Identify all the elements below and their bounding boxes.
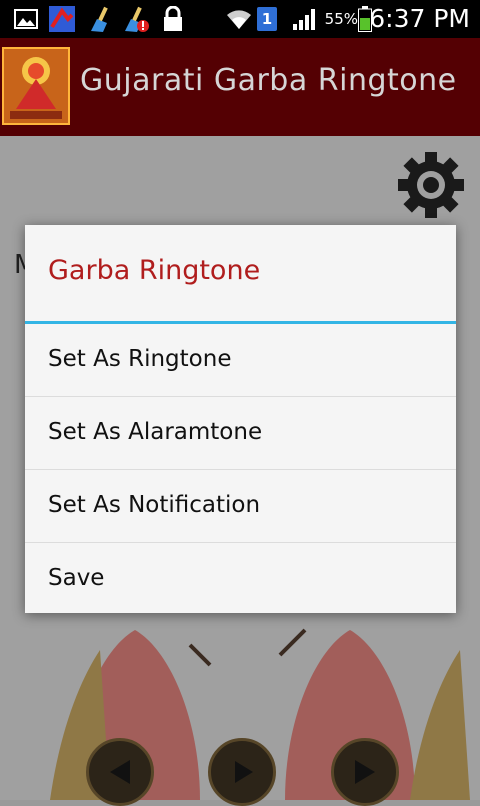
option-label: Set As Ringtone — [48, 346, 232, 372]
play-icon — [235, 761, 253, 783]
previous-button[interactable] — [86, 738, 154, 806]
previous-icon — [110, 760, 130, 784]
set-as-ringtone-option[interactable]: Set As Ringtone — [25, 324, 456, 397]
app-title: Gujarati Garba Ringtone — [80, 63, 457, 98]
dialog-title: Garba Ringtone — [48, 255, 261, 286]
save-option[interactable]: Save — [25, 543, 456, 616]
status-bar: 1 55% 6:37 PM — [0, 0, 480, 38]
sim-badge-icon: 1 — [256, 0, 278, 38]
clean-master-alert-icon — [120, 0, 150, 38]
app-notification-icon — [47, 0, 77, 38]
gear-icon[interactable] — [396, 150, 466, 220]
sim-badge-number: 1 — [261, 10, 273, 28]
action-bar: Gujarati Garba Ringtone — [0, 38, 480, 136]
option-label: Set As Notification — [48, 492, 261, 518]
option-label: Save — [48, 565, 105, 591]
next-button[interactable] — [331, 738, 399, 806]
wifi-icon — [224, 0, 254, 38]
signal-icon — [292, 0, 318, 38]
battery-percent: 55% — [324, 10, 358, 28]
clean-master-icon — [84, 0, 114, 38]
gallery-icon — [12, 0, 40, 38]
set-as-alarmtone-option[interactable]: Set As Alaramtone — [25, 397, 456, 470]
option-label: Set As Alaramtone — [48, 419, 263, 445]
clock: 6:37 PM — [369, 4, 470, 33]
play-button[interactable] — [208, 738, 276, 806]
ringtone-options-dialog: Garba Ringtone Set As Ringtone Set As Al… — [25, 225, 456, 613]
set-as-notification-option[interactable]: Set As Notification — [25, 470, 456, 543]
durga-logo-icon[interactable] — [2, 47, 70, 125]
next-icon — [355, 760, 375, 784]
lock-icon — [160, 0, 186, 38]
